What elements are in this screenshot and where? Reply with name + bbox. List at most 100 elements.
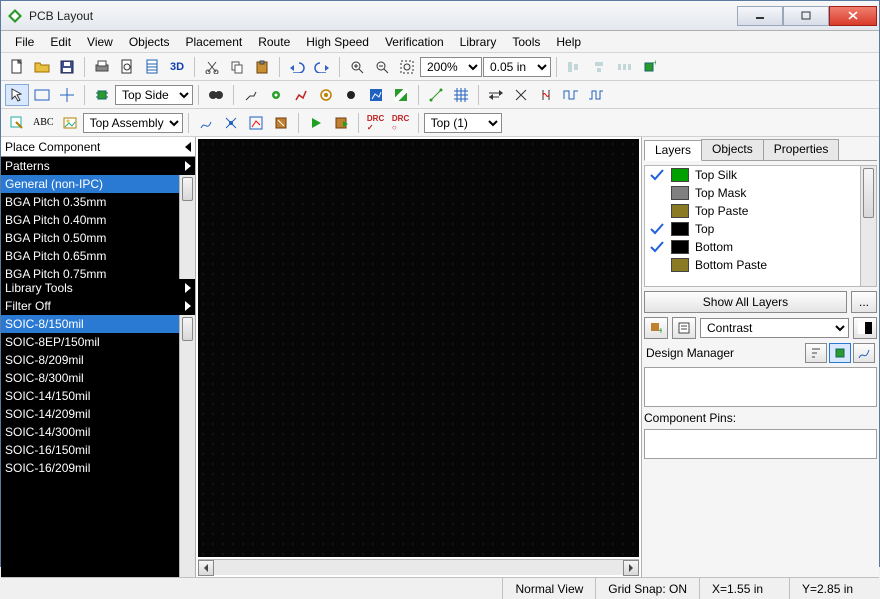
- chip-icon[interactable]: [90, 84, 114, 106]
- layer-row[interactable]: Top: [645, 220, 876, 238]
- patterns-list-item[interactable]: BGA Pitch 0.65mm: [1, 247, 195, 265]
- text-icon[interactable]: ABC: [30, 112, 57, 134]
- patterns-list-item[interactable]: BGA Pitch 0.75mm: [1, 265, 195, 279]
- menu-help[interactable]: Help: [548, 33, 589, 51]
- dm-chip-icon[interactable]: [829, 343, 851, 363]
- region-icon[interactable]: [364, 84, 388, 106]
- footprints-list-item[interactable]: SOIC-8EP/150mil: [1, 333, 195, 351]
- tab-objects[interactable]: Objects: [701, 139, 764, 160]
- footprints-list-item[interactable]: SOIC-14/300mil: [1, 423, 195, 441]
- close-button[interactable]: [829, 6, 877, 26]
- assembly-select[interactable]: Top Assembly: [83, 113, 183, 133]
- layer-color-swatch[interactable]: [671, 186, 689, 200]
- save-icon[interactable]: [55, 56, 79, 78]
- fanout-icon[interactable]: [219, 112, 243, 134]
- maximize-button[interactable]: [783, 6, 829, 26]
- footprints-scrollbar[interactable]: [179, 315, 195, 577]
- patterns-list-item[interactable]: BGA Pitch 0.40mm: [1, 211, 195, 229]
- zoom-in-icon[interactable]: [345, 56, 369, 78]
- add-layer-button[interactable]: +: [644, 317, 668, 339]
- autoroute-icon[interactable]: [289, 84, 313, 106]
- titleblock-icon[interactable]: [140, 56, 164, 78]
- collapse-icon[interactable]: [185, 142, 191, 152]
- layer-row[interactable]: Top Paste: [645, 202, 876, 220]
- drc-icon[interactable]: DRC✓: [364, 112, 388, 134]
- layer-visible-check[interactable]: [649, 169, 665, 181]
- pcb-canvas[interactable]: [198, 139, 639, 557]
- layer-color-swatch[interactable]: [671, 168, 689, 182]
- zoom-select[interactable]: 200%: [420, 57, 482, 77]
- routed-board-icon[interactable]: [269, 112, 293, 134]
- layer-side-select[interactable]: Top Side: [115, 85, 193, 105]
- redo-icon[interactable]: [310, 56, 334, 78]
- dot-icon[interactable]: [339, 84, 363, 106]
- dm-sort-icon[interactable]: [805, 343, 827, 363]
- layer-visible-check[interactable]: [649, 223, 665, 235]
- menu-tools[interactable]: Tools: [504, 33, 548, 51]
- menu-objects[interactable]: Objects: [121, 33, 178, 51]
- menu-library[interactable]: Library: [452, 33, 505, 51]
- edit-props-icon[interactable]: [5, 112, 29, 134]
- layers-scrollbar[interactable]: [860, 166, 876, 286]
- fill-icon[interactable]: [389, 84, 413, 106]
- board-to-route-icon[interactable]: [244, 112, 268, 134]
- undo-icon[interactable]: [285, 56, 309, 78]
- run-icon[interactable]: [304, 112, 328, 134]
- layers-list[interactable]: Top SilkTop MaskTop PasteTopBottomBottom…: [644, 165, 877, 287]
- route-manual-icon[interactable]: [239, 84, 263, 106]
- tab-properties[interactable]: Properties: [763, 139, 840, 160]
- open-file-icon[interactable]: [30, 56, 54, 78]
- select-tool-icon[interactable]: [5, 84, 29, 106]
- align-center-icon[interactable]: [587, 56, 611, 78]
- footprints-list-item[interactable]: SOIC-14/150mil: [1, 387, 195, 405]
- patterns-list-item[interactable]: BGA Pitch 0.50mm: [1, 229, 195, 247]
- grid-icon[interactable]: [449, 84, 473, 106]
- copy-icon[interactable]: [225, 56, 249, 78]
- layer-color-swatch[interactable]: [671, 240, 689, 254]
- patterns-list-item[interactable]: General (non-IPC): [1, 175, 195, 193]
- preview-icon[interactable]: [115, 56, 139, 78]
- menu-edit[interactable]: Edit: [42, 33, 79, 51]
- layer-color-swatch[interactable]: [671, 204, 689, 218]
- menu-highspeed[interactable]: High Speed: [298, 33, 377, 51]
- zoom-out-icon[interactable]: [370, 56, 394, 78]
- square-wave2-icon[interactable]: [584, 84, 608, 106]
- layer-visible-check[interactable]: [649, 241, 665, 253]
- grid-select[interactable]: 0.05 in: [483, 57, 551, 77]
- library-tools-header[interactable]: Library Tools: [1, 279, 195, 297]
- cut-icon[interactable]: [200, 56, 224, 78]
- layer-row[interactable]: Bottom: [645, 238, 876, 256]
- top-layer-select[interactable]: Top (1): [424, 113, 502, 133]
- layer-row[interactable]: Top Silk: [645, 166, 876, 184]
- minimize-button[interactable]: [737, 6, 783, 26]
- square-wave-icon[interactable]: [559, 84, 583, 106]
- swap-pins-icon[interactable]: [534, 84, 558, 106]
- color-scheme-button[interactable]: [853, 317, 877, 339]
- scroll-left-icon[interactable]: [198, 560, 214, 576]
- design-manager-box[interactable]: [644, 367, 877, 407]
- 3d-view-button[interactable]: 3D: [165, 56, 189, 78]
- new-file-icon[interactable]: [5, 56, 29, 78]
- paste-icon[interactable]: [250, 56, 274, 78]
- patterns-section-header[interactable]: Patterns: [1, 157, 195, 175]
- tab-layers[interactable]: Layers: [644, 140, 702, 161]
- patterns-list[interactable]: General (non-IPC)BGA Pitch 0.35mmBGA Pit…: [1, 175, 195, 279]
- align-left-icon[interactable]: [562, 56, 586, 78]
- more-layers-button[interactable]: ...: [851, 291, 877, 313]
- footprints-list-item[interactable]: SOIC-8/209mil: [1, 351, 195, 369]
- menu-route[interactable]: Route: [250, 33, 298, 51]
- filter-header[interactable]: Filter Off: [1, 297, 195, 315]
- footprints-list-item[interactable]: SOIC-16/209mil: [1, 459, 195, 477]
- footprints-list-item[interactable]: SOIC-16/150mil: [1, 441, 195, 459]
- menu-placement[interactable]: Placement: [178, 33, 251, 51]
- swap-cross-icon[interactable]: [509, 84, 533, 106]
- via-icon[interactable]: [314, 84, 338, 106]
- layer-row[interactable]: Top Mask: [645, 184, 876, 202]
- footprints-list[interactable]: SOIC-8/150milSOIC-8EP/150milSOIC-8/209mi…: [1, 315, 195, 577]
- layer-color-swatch[interactable]: [671, 222, 689, 236]
- component-pins-box[interactable]: [644, 429, 877, 459]
- menu-view[interactable]: View: [79, 33, 121, 51]
- measure-icon[interactable]: [424, 84, 448, 106]
- menu-verification[interactable]: Verification: [377, 33, 452, 51]
- footprints-list-item[interactable]: SOIC-8/300mil: [1, 369, 195, 387]
